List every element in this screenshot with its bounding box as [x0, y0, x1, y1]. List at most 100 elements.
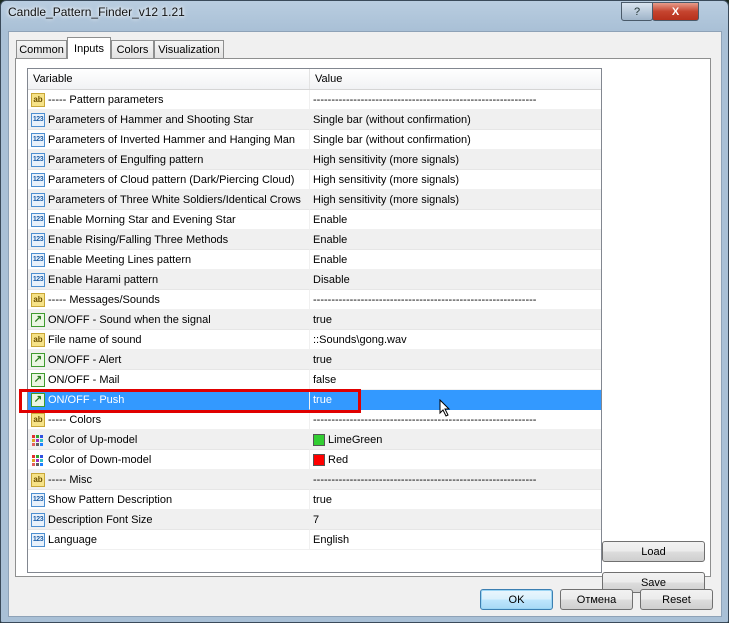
variable-cell[interactable]: 123 Enable Rising/Falling Three Methods — [28, 230, 310, 250]
variable-cell[interactable]: ab ----- Misc — [28, 470, 310, 490]
value-cell[interactable]: Enable — [310, 210, 601, 230]
value-cell[interactable]: High sensitivity (more signals) — [310, 170, 601, 190]
table-row[interactable]: ↗ ON/OFF - Sound when the signal true — [28, 310, 601, 330]
value-cell[interactable]: true — [310, 350, 601, 370]
table-row[interactable]: ab File name of sound::Sounds\gong.wav — [28, 330, 601, 350]
variable-cell[interactable]: ↗ ON/OFF - Push — [28, 390, 310, 410]
table-row[interactable]: ab ----- Pattern parameters --------------… — [28, 90, 601, 110]
table-row[interactable]: 123 Show Pattern Description true — [28, 490, 601, 510]
table-row[interactable]: 123 Description Font Size 7 — [28, 510, 601, 530]
variable-cell[interactable]: 123 Enable Morning Star and Evening Star — [28, 210, 310, 230]
variable-cell[interactable]: ab ----- Colors — [28, 410, 310, 430]
variable-cell[interactable]: ↗ ON/OFF - Sound when the signal — [28, 310, 310, 330]
table-row[interactable]: Color of Down-model Red — [28, 450, 601, 470]
title-bar[interactable]: Candle_Pattern_Finder_v12 1.21 ? X — [1, 1, 728, 25]
variable-value: true — [313, 354, 332, 366]
value-cell[interactable]: true — [310, 490, 601, 510]
column-header-variable[interactable]: Variable — [28, 69, 310, 89]
table-row[interactable]: 123 Parameters of Hammer and Shooting Sta… — [28, 110, 601, 130]
variable-cell[interactable]: 123 Enable Harami pattern — [28, 270, 310, 290]
value-cell[interactable]: High sensitivity (more signals) — [310, 150, 601, 170]
value-cell[interactable]: English — [310, 530, 601, 550]
variable-name: Language — [48, 534, 97, 546]
value-cell[interactable]: false — [310, 370, 601, 390]
help-icon: ? — [633, 5, 641, 18]
boolean-type-icon: ↗ — [31, 373, 45, 387]
variable-cell[interactable]: 123 Description Font Size — [28, 510, 310, 530]
reset-button[interactable]: Reset — [640, 589, 713, 610]
value-cell[interactable]: LimeGreen — [310, 430, 601, 450]
dialog-window: Candle_Pattern_Finder_v12 1.21 ? X Commo… — [0, 0, 729, 623]
variable-cell[interactable]: 123 Show Pattern Description — [28, 490, 310, 510]
variable-cell[interactable]: Color of Up-model — [28, 430, 310, 450]
numeric-type-icon: 123 — [31, 273, 45, 287]
variable-value: High sensitivity (more signals) — [313, 154, 460, 166]
value-cell[interactable]: Disable — [310, 270, 601, 290]
table-row[interactable]: ↗ ON/OFF - Mail false — [28, 370, 601, 390]
value-cell[interactable]: 7 — [310, 510, 601, 530]
table-row[interactable]: ↗ ON/OFF - Push true — [28, 390, 601, 410]
cancel-button[interactable]: Отмена — [560, 589, 633, 610]
help-button[interactable]: ? — [621, 2, 653, 21]
variable-name: ----- Colors — [48, 414, 102, 426]
tab-colors[interactable]: Colors — [111, 40, 154, 58]
load-button[interactable]: Load — [602, 541, 705, 562]
variable-value: Single bar (without confirmation) — [313, 114, 471, 126]
table-row[interactable]: 123 Language English — [28, 530, 601, 550]
close-icon: X — [671, 5, 680, 18]
inputs-list[interactable]: Variable Value ab ----- Pattern parameter… — [27, 68, 602, 573]
variable-value: LimeGreen — [328, 434, 383, 446]
variable-cell[interactable]: 123 Parameters of Inverted Hammer and Han… — [28, 130, 310, 150]
value-cell[interactable]: Enable — [310, 230, 601, 250]
tab-visualization[interactable]: Visualization — [154, 40, 224, 58]
variable-cell[interactable]: Color of Down-model — [28, 450, 310, 470]
variable-cell[interactable]: 123 Parameters of Three White Soldiers/Id… — [28, 190, 310, 210]
table-row[interactable]: ab ----- Messages/Sounds -----------------… — [28, 290, 601, 310]
column-header-value[interactable]: Value — [310, 69, 601, 89]
variable-cell[interactable]: 123 Parameters of Engulfing pattern — [28, 150, 310, 170]
value-cell[interactable]: Enable — [310, 250, 601, 270]
table-row[interactable]: ↗ ON/OFF - Alert true — [28, 350, 601, 370]
table-row[interactable]: 123 Enable Rising/Falling Three Methods En… — [28, 230, 601, 250]
value-cell[interactable]: High sensitivity (more signals) — [310, 190, 601, 210]
table-row[interactable]: 123 Parameters of Three White Soldiers/Id… — [28, 190, 601, 210]
value-cell[interactable]: ----------------------------------------… — [310, 290, 601, 310]
variable-cell[interactable]: ab File name of sound — [28, 330, 310, 350]
variable-cell[interactable]: 123 Parameters of Cloud pattern (Dark/Pie… — [28, 170, 310, 190]
ok-button[interactable]: OK — [480, 589, 553, 610]
table-row[interactable]: Color of Up-model LimeGreen — [28, 430, 601, 450]
numeric-type-icon: 123 — [31, 233, 45, 247]
value-cell[interactable]: Single bar (without confirmation) — [310, 110, 601, 130]
table-row[interactable]: 123 Enable Meeting Lines pattern Enable — [28, 250, 601, 270]
value-cell[interactable]: ----------------------------------------… — [310, 470, 601, 490]
variable-cell[interactable]: ↗ ON/OFF - Mail — [28, 370, 310, 390]
variable-value: Enable — [313, 254, 348, 266]
variable-cell[interactable]: ab ----- Pattern parameters — [28, 90, 310, 110]
value-cell[interactable]: true — [310, 390, 601, 410]
table-row[interactable]: 123 Parameters of Engulfing pattern High s… — [28, 150, 601, 170]
table-row[interactable]: 123 Enable Harami pattern Disable — [28, 270, 601, 290]
table-row[interactable]: ab ----- Colors --------------------------… — [28, 410, 601, 430]
variable-cell[interactable]: 123 Enable Meeting Lines pattern — [28, 250, 310, 270]
table-row[interactable]: 123 Parameters of Inverted Hammer and Han… — [28, 130, 601, 150]
variable-cell[interactable]: ab ----- Messages/Sounds — [28, 290, 310, 310]
value-cell[interactable]: ::Sounds\gong.wav — [310, 330, 601, 350]
numeric-type-icon: 123 — [31, 253, 45, 267]
table-row[interactable]: ab ----- Misc ----------------------------… — [28, 470, 601, 490]
variable-cell[interactable]: 123 Language — [28, 530, 310, 550]
variable-name: Enable Morning Star and Evening Star — [48, 214, 236, 226]
variable-name: Enable Meeting Lines pattern — [48, 254, 192, 266]
table-row[interactable]: 123 Parameters of Cloud pattern (Dark/Pie… — [28, 170, 601, 190]
tab-common[interactable]: Common — [16, 40, 67, 58]
value-cell[interactable]: Red — [310, 450, 601, 470]
table-row[interactable]: 123 Enable Morning Star and Evening Star E… — [28, 210, 601, 230]
variable-name: ----- Pattern parameters — [48, 94, 164, 106]
variable-cell[interactable]: ↗ ON/OFF - Alert — [28, 350, 310, 370]
variable-cell[interactable]: 123 Parameters of Hammer and Shooting Sta… — [28, 110, 310, 130]
tab-inputs[interactable]: Inputs — [67, 37, 111, 59]
value-cell[interactable]: ----------------------------------------… — [310, 410, 601, 430]
value-cell[interactable]: Single bar (without confirmation) — [310, 130, 601, 150]
close-button[interactable]: X — [652, 2, 699, 21]
value-cell[interactable]: ----------------------------------------… — [310, 90, 601, 110]
value-cell[interactable]: true — [310, 310, 601, 330]
